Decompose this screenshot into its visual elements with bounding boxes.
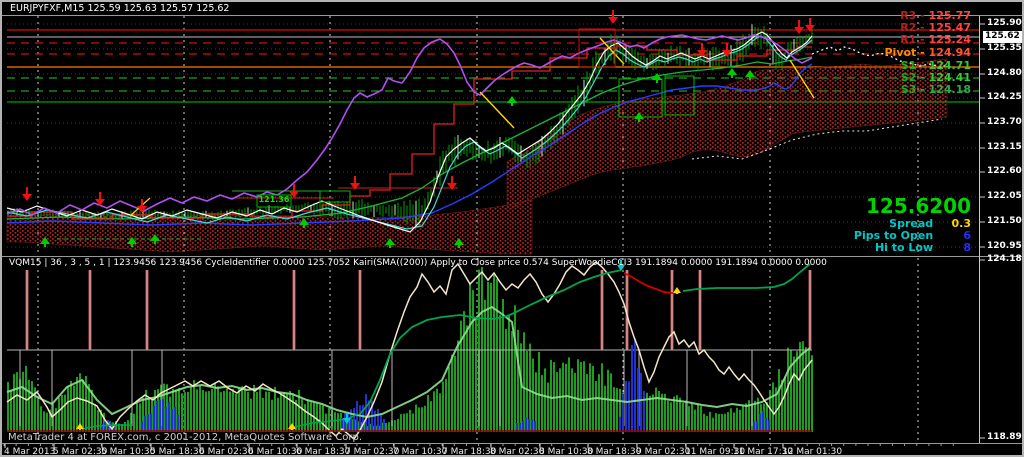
y-axis-tick: 122.05 [987, 192, 1022, 201]
time-axis-label: 8 Mar 18:30 [587, 448, 641, 457]
y-axis-tick: 120.95 [987, 242, 1022, 251]
pivot-label-s2: S2 - 124.41 [901, 72, 971, 83]
time-axis-label: 12 Mar 01:30 [782, 448, 842, 457]
time-axis-label: 7 Mar 10:30 [393, 448, 447, 457]
pivot-name: R1 - [900, 33, 928, 46]
indicator-header: VQM15 | 36 , 3 , 5 , 1 | 123.9456 123.94… [9, 259, 827, 268]
time-axis-label: 8 Mar 02:30 [490, 448, 544, 457]
indicator-axis-bottom: 118.894 [987, 433, 1024, 442]
time-axis-label: 7 Mar 02:30 [345, 448, 399, 457]
y-axis-tick: 123.15 [987, 143, 1022, 152]
y-axis-tick: 125.90 [987, 19, 1022, 28]
y-axis-tick: 124.25 [987, 93, 1022, 102]
hi-to-low-value: 8 [937, 242, 971, 253]
pivot-label-s3: S3 - 124.18 [901, 84, 971, 95]
watermark: MetaTrader 4 at FOREX.com, c 2001-2012, … [8, 433, 362, 443]
y-axis-tick: 124.80 [987, 69, 1022, 78]
indicator-axis-top: 124.186 [987, 255, 1024, 264]
spread-value: 0.3 [937, 218, 971, 229]
mt4-chart-window: EURJPYFXF,M15 125.59 125.63 125.57 125.6… [0, 0, 1024, 457]
time-axis-label: 8 Mar 10:30 [539, 448, 593, 457]
price-label-box-text: 121.36 [258, 196, 290, 204]
time-axis-label: 5 Mar 10:30 [101, 448, 155, 457]
pivot-label-r2: R2 - 125.47 [900, 22, 971, 33]
quote-row-hi-to-low: Hi to Low 8 [691, 242, 971, 253]
hi-to-low-label: Hi to Low [875, 241, 933, 254]
pivot-name: Pivot - [885, 46, 929, 59]
y-axis-tick: 121.50 [987, 217, 1022, 226]
quote-price: 125.6200 [866, 196, 971, 216]
time-axis-label: 5 Mar 18:30 [150, 448, 204, 457]
y-axis-tick: 122.60 [987, 167, 1022, 176]
quote-row-pips-to-open: Pips to Open 6 [691, 230, 971, 241]
pivot-label-s1: S1 - 124.71 [901, 60, 971, 71]
time-axis-label: 4 Mar 2013 [4, 448, 55, 457]
quote-row-spread: Spread 0.3 [691, 218, 971, 229]
pivot-value: 124.18 [929, 83, 971, 96]
pivot-value: 124.94 [929, 46, 971, 59]
pivot-label-r1: R1 - 125.24 [900, 34, 971, 45]
y-axis-tick: 125.35 [987, 44, 1022, 53]
pivot-label-r3: R3 - 125.77 [900, 10, 971, 21]
time-axis-label: 5 Mar 02:30 [53, 448, 107, 457]
time-axis-label: 6 Mar 02:30 [199, 448, 253, 457]
pivot-name: S3 - [901, 83, 929, 96]
pivot-label-pivot: Pivot - 124.94 [885, 47, 972, 58]
time-axis-label: 9 Mar 02:30 [636, 448, 690, 457]
time-axis-label: 7 Mar 18:30 [442, 448, 496, 457]
current-price-box: 125.62 [983, 31, 1024, 43]
text-overlay: 125.62 125.6200 Spread 0.3 Pips to Open … [2, 2, 1022, 455]
time-axis-label: 6 Mar 10:30 [248, 448, 302, 457]
pivot-value: 125.24 [929, 33, 971, 46]
time-axis-label: 6 Mar 18:30 [296, 448, 350, 457]
pips-to-open-value: 6 [937, 230, 971, 241]
y-axis-tick: 123.70 [987, 118, 1022, 127]
